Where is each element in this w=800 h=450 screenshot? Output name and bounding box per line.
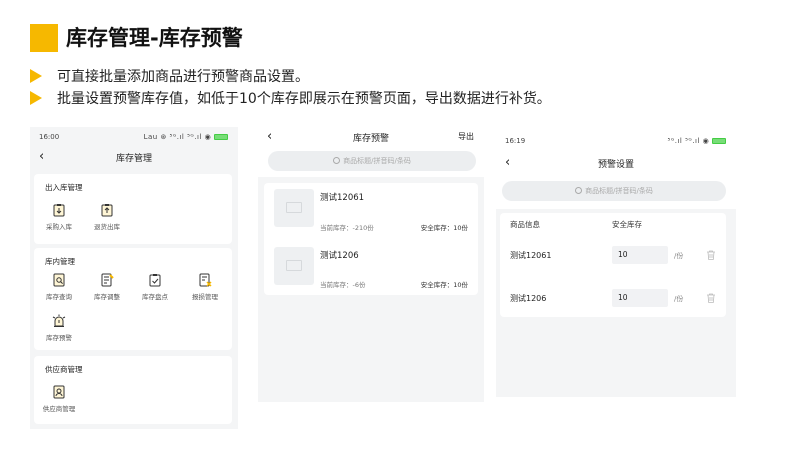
product-thumbnail — [274, 247, 314, 285]
warning-product-list: 测试12061 当前库存：-210份 安全库存：10份 测试1206 当前库存：… — [264, 183, 478, 295]
status-time: 16:19 — [505, 137, 526, 145]
edit-doc-icon — [101, 273, 114, 287]
menu-item-label: 库存预警 — [46, 334, 72, 342]
section-card-warehouse: 库内管理 库存查询 库存调整 库存盘点 报损管理 库存预警 — [34, 248, 232, 350]
warning-settings-table: 商品信息 安全库存 测试12061 10 /份 测试1206 10 /份 — [500, 213, 726, 317]
menu-item-label: 报损管理 — [192, 293, 218, 301]
product-name: 测试12061 — [320, 193, 365, 203]
check-clipboard-icon — [149, 274, 161, 287]
screen-inventory-management: 16:00 Lau ⊛ ⁵ᴳ.ıl ⁵ᴳ.ıl ◉ ‹ 库存管理 出入库管理 采… — [30, 127, 238, 429]
trash-icon[interactable] — [706, 250, 716, 260]
product-name: 测试1206 — [320, 251, 359, 261]
menu-item-stock-warning[interactable]: 库存预警 — [36, 314, 82, 342]
menu-item-stock-count[interactable]: 库存盘点 — [132, 273, 178, 301]
bullet-text: 可直接批量添加商品进行预警商品设置。 — [57, 69, 309, 85]
row-product-name: 测试12061 — [510, 251, 552, 260]
menu-item-supplier-management[interactable]: 供应商管理 — [36, 385, 82, 413]
screen-stock-warning: ‹ 库存预警 导出 商品标题/拼音码/条码 测试12061 当前库存：-210份… — [258, 127, 484, 402]
menu-item-label: 库存调整 — [94, 293, 120, 301]
product-thumbnail — [274, 189, 314, 227]
bullet-list: 可直接批量添加商品进行预警商品设置。 批量设置预警库存值，如低于10个库存即展示… — [30, 66, 770, 110]
section-card-inout: 出入库管理 采购入库 退货出库 — [34, 174, 232, 244]
menu-item-label: 库存盘点 — [142, 293, 168, 301]
bullet-text: 批量设置预警库存值，如低于10个库存即展示在预警页面，导出数据进行补货。 — [57, 91, 551, 107]
nav-bar: ‹ 库存管理 — [30, 147, 238, 169]
image-placeholder-icon — [286, 202, 302, 213]
section-card-supplier: 供应商管理 供应商管理 — [34, 356, 232, 424]
safety-stock: 安全库存：10份 — [420, 224, 468, 232]
menu-item-return-out[interactable]: 退货出库 — [84, 203, 130, 231]
search-input[interactable]: 商品标题/拼音码/条码 — [268, 151, 476, 171]
menu-item-label: 采购入库 — [46, 223, 72, 231]
battery-icon — [712, 138, 726, 144]
search-placeholder: 商品标题/拼音码/条码 — [585, 187, 653, 195]
search-placeholder: 商品标题/拼音码/条码 — [343, 157, 411, 165]
unit-label: /份 — [674, 252, 684, 260]
status-time: 16:00 — [39, 133, 60, 141]
clipboard-in-icon — [53, 204, 65, 217]
trash-icon[interactable] — [706, 293, 716, 303]
slide-title: 库存管理-库存预警 — [66, 26, 243, 50]
safe-stock-input[interactable]: 10 — [612, 246, 668, 264]
status-bar: 16:19 ⁵ᴳ.ıl ⁵ᴳ.ıl ◉ — [496, 131, 736, 151]
alarm-icon — [52, 314, 66, 327]
section-title: 库内管理 — [45, 257, 75, 266]
status-signal: ⁵ᴳ.ıl ⁵ᴳ.ıl ◉ — [667, 137, 710, 145]
section-title: 出入库管理 — [45, 183, 83, 192]
image-placeholder-icon — [286, 260, 302, 271]
column-header-safe-stock: 安全库存 — [612, 220, 642, 229]
menu-item-label: 退货出库 — [94, 223, 120, 231]
menu-item-purchase-in[interactable]: 采购入库 — [36, 203, 82, 231]
unit-label: /份 — [674, 295, 684, 303]
search-icon — [575, 187, 583, 194]
damage-doc-icon — [199, 273, 212, 287]
clipboard-out-icon — [101, 204, 113, 217]
current-stock: 当前库存：-6份 — [320, 281, 366, 289]
column-header-product: 商品信息 — [510, 220, 540, 229]
menu-item-stock-query[interactable]: 库存查询 — [36, 273, 82, 301]
nav-bar: ‹ 预警设置 — [496, 153, 736, 175]
search-input[interactable]: 商品标题/拼音码/条码 — [502, 181, 726, 201]
status-bar: 16:00 Lau ⊛ ⁵ᴳ.ıl ⁵ᴳ.ıl ◉ — [30, 127, 238, 147]
section-title: 供应商管理 — [45, 365, 83, 374]
safe-stock-input[interactable]: 10 — [612, 289, 668, 307]
menu-item-damage-management[interactable]: 报损管理 — [182, 273, 228, 301]
status-indicators: ⁵ᴳ.ıl ⁵ᴳ.ıl ◉ — [668, 137, 726, 145]
bullet-item: 可直接批量添加商品进行预警商品设置。 — [30, 66, 770, 88]
current-stock: 当前库存：-210份 — [320, 224, 374, 232]
nav-title: 库存预警 — [352, 134, 389, 144]
nav-title: 库存管理 — [115, 154, 152, 164]
title-accent-block — [30, 24, 58, 52]
bullet-triangle-icon — [30, 91, 42, 105]
menu-item-label: 供应商管理 — [42, 405, 76, 413]
screen-warning-settings: 16:19 ⁵ᴳ.ıl ⁵ᴳ.ıl ◉ ‹ 预警设置 商品标题/拼音码/条码 商… — [496, 131, 736, 397]
battery-icon — [214, 134, 228, 140]
search-icon — [333, 157, 341, 164]
status-indicators: Lau ⊛ ⁵ᴳ.ıl ⁵ᴳ.ıl ◉ — [144, 133, 228, 141]
row-product-name: 测试1206 — [510, 294, 547, 303]
status-signal: Lau ⊛ ⁵ᴳ.ıl ⁵ᴳ.ıl ◉ — [143, 133, 212, 141]
menu-item-label: 库存查询 — [46, 293, 72, 301]
safety-stock: 安全库存：10份 — [420, 281, 468, 289]
bullet-triangle-icon — [30, 69, 42, 83]
bullet-item: 批量设置预警库存值，如低于10个库存即展示在预警页面，导出数据进行补货。 — [30, 88, 770, 110]
menu-item-stock-adjust[interactable]: 库存调整 — [84, 273, 130, 301]
supplier-icon — [53, 385, 65, 399]
search-doc-icon — [53, 273, 65, 287]
nav-title: 预警设置 — [597, 160, 634, 170]
export-button[interactable]: 导出 — [458, 131, 474, 142]
nav-bar: ‹ 库存预警 导出 — [258, 127, 484, 149]
